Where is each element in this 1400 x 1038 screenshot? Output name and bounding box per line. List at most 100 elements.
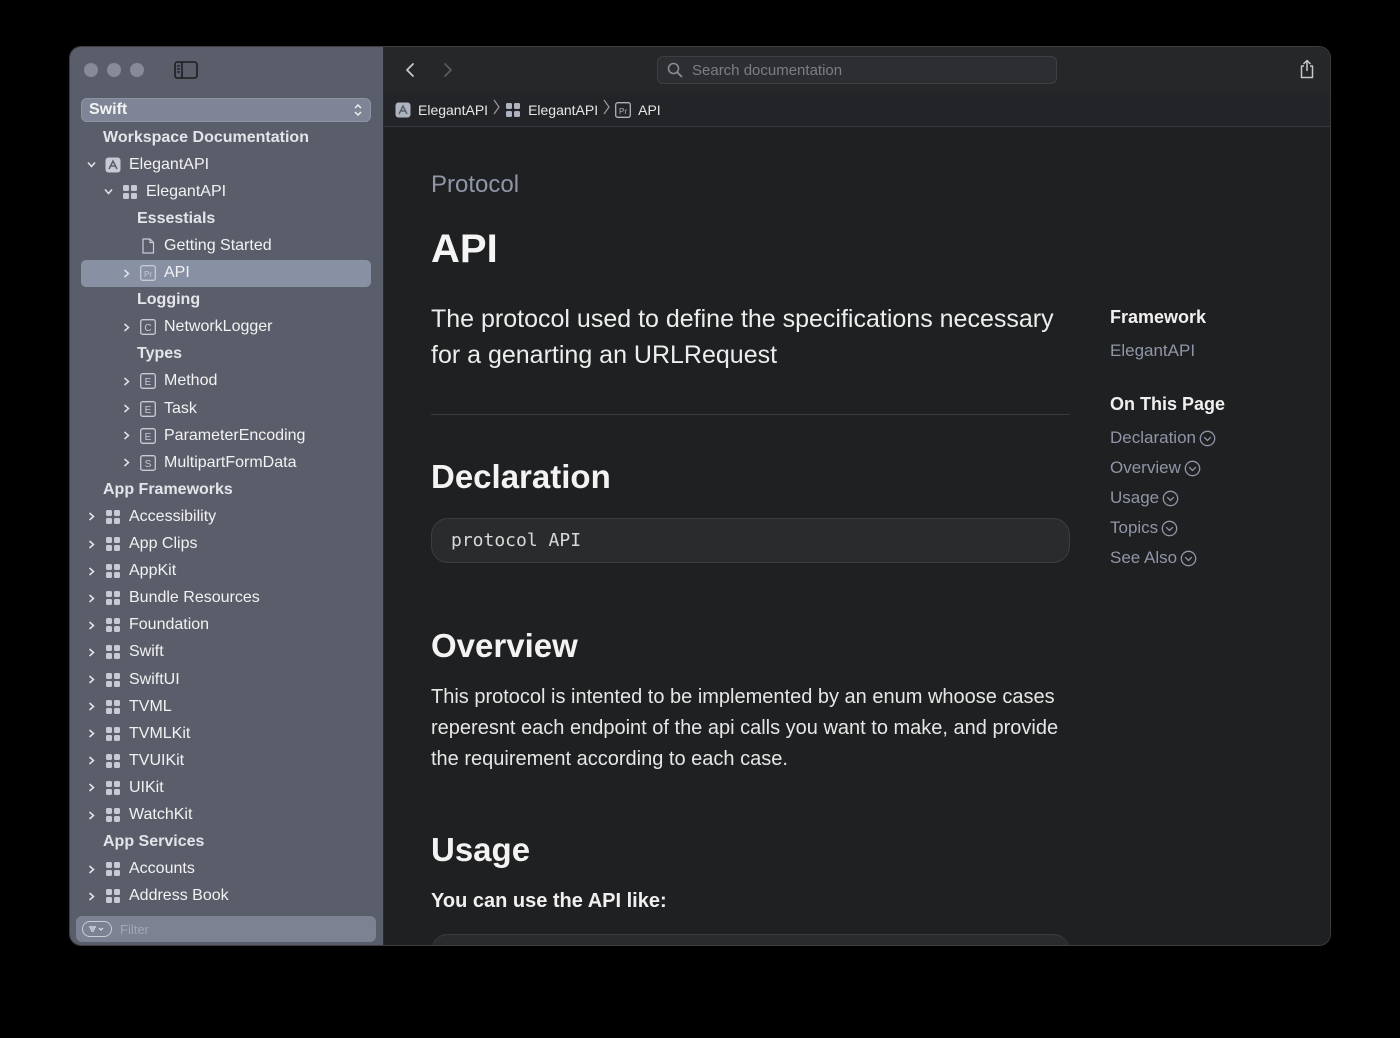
sidebar-item-label: ElegantAPI	[146, 182, 227, 200]
on-this-page-link[interactable]: See Also	[1110, 548, 1197, 568]
disclosure-collapsed-icon[interactable]	[86, 891, 97, 902]
disclosure-collapsed-icon[interactable]	[86, 755, 97, 766]
module-icon	[105, 563, 121, 579]
disclosure-expanded-icon[interactable]	[103, 186, 114, 197]
section-header: App Frameworks	[81, 476, 371, 503]
sidebar-item[interactable]: SwiftUI	[81, 666, 371, 693]
sidebar-item-label: App Clips	[129, 535, 198, 552]
disclosure-collapsed-icon[interactable]	[121, 376, 132, 387]
chevron-down-circle-icon	[1180, 550, 1197, 567]
on-this-page-link[interactable]: Declaration	[1110, 428, 1216, 448]
sidebar-item[interactable]: Accessibility	[81, 503, 371, 530]
sidebar-item[interactable]: E ParameterEncoding	[81, 422, 371, 449]
back-chevron-icon[interactable]	[402, 61, 420, 79]
breadcrumb-label: ElegantAPI	[418, 101, 489, 118]
toolbar: Search documentation	[384, 47, 1330, 93]
filter-field[interactable]: Filter	[76, 916, 376, 942]
breadcrumb-item[interactable]: ElegantAPI	[505, 102, 598, 118]
sidebar-item[interactable]: TVML	[81, 693, 371, 720]
sidebar-item-label: UIKit	[129, 778, 164, 796]
sidebar-item[interactable]: S MultipartFormData	[81, 449, 371, 476]
disclosure-collapsed-icon[interactable]	[121, 268, 132, 279]
on-this-page-link[interactable]: Topics	[1110, 518, 1178, 538]
disclosure-collapsed-icon[interactable]	[86, 539, 97, 550]
overview-text: This protocol is intented to be implemen…	[431, 686, 1059, 770]
disclosure-expanded-icon[interactable]	[86, 159, 97, 170]
disclosure-collapsed-icon[interactable]	[86, 728, 97, 739]
language-select[interactable]: Swift	[81, 98, 371, 122]
disclosure-collapsed-icon[interactable]	[121, 403, 132, 414]
module-icon	[105, 672, 121, 688]
forward-chevron-icon[interactable]	[438, 61, 456, 79]
disclosure-collapsed-icon[interactable]	[86, 701, 97, 712]
sidebar-toggle-icon[interactable]	[174, 61, 198, 79]
disclosure-collapsed-icon[interactable]	[86, 566, 97, 577]
sidebar-item[interactable]: E Task	[81, 395, 371, 422]
close-window-button[interactable]	[84, 63, 98, 77]
sidebar-item[interactable]: Foundation	[81, 612, 371, 639]
breadcrumb-item[interactable]: ElegantAPI	[395, 102, 488, 118]
disclosure-collapsed-icon[interactable]	[86, 620, 97, 631]
module-icon	[105, 753, 121, 769]
sidebar-item-label: ParameterEncoding	[164, 426, 306, 444]
section-header: App Services	[81, 829, 371, 856]
sidebar-item[interactable]: C NetworkLogger	[81, 314, 371, 341]
on-this-page-link[interactable]: Overview	[1110, 458, 1201, 478]
disclosure-collapsed-icon[interactable]	[86, 864, 97, 875]
sidebar-item[interactable]: Bundle Resources	[81, 585, 371, 612]
disclosure-collapsed-icon[interactable]	[86, 810, 97, 821]
sidebar-item[interactable]: TVMLKit	[81, 720, 371, 747]
sidebar-item[interactable]: Accounts	[81, 856, 371, 883]
disclosure-collapsed-icon[interactable]	[86, 647, 97, 658]
chevron-down-circle-icon	[1184, 460, 1201, 477]
disclosure-collapsed-icon[interactable]	[86, 674, 97, 685]
sidebar-item[interactable]: UIKit	[81, 774, 371, 801]
sidebar: Swift Workspace Documentation ElegantAPI E…	[70, 47, 384, 945]
sidebar-item-label: ElegantAPI	[129, 155, 210, 173]
section-header: Logging	[81, 287, 371, 314]
sidebar-item[interactable]: TVUIKit	[81, 747, 371, 774]
zoom-window-button[interactable]	[130, 63, 144, 77]
divider	[431, 414, 1070, 415]
svg-text:E: E	[145, 377, 152, 388]
module-icon	[105, 644, 121, 660]
disclosure-collapsed-icon[interactable]	[121, 322, 132, 333]
sidebar-item[interactable]: E Method	[81, 368, 371, 395]
sidebar-item[interactable]: ElegantAPI	[81, 151, 371, 178]
disclosure-collapsed-icon[interactable]	[121, 457, 132, 468]
on-this-page-link[interactable]: Usage	[1110, 488, 1179, 508]
class-icon: C	[140, 319, 156, 336]
search-icon	[667, 62, 683, 78]
sidebar-item[interactable]: ElegantAPI	[81, 178, 371, 205]
sidebar-item[interactable]: Address Book	[81, 883, 371, 910]
sidebar-item-label: Address Book	[129, 887, 229, 905]
enum-icon: E	[140, 373, 156, 390]
on-this-page-link-label: Overview	[1110, 458, 1181, 477]
struct-icon: S	[140, 454, 156, 471]
breadcrumb-item[interactable]: Pr API	[615, 102, 661, 118]
sidebar-item-label: Task	[164, 399, 197, 417]
share-icon[interactable]	[1298, 59, 1316, 79]
breadcrumb-label: ElegantAPI	[528, 101, 599, 118]
sidebar-item[interactable]: Pr API	[81, 259, 371, 287]
disclosure-collapsed-icon[interactable]	[86, 511, 97, 522]
sidebar-item[interactable]: Swift	[81, 639, 371, 666]
main-pane: Search documentation ElegantAPI ElegantAP…	[384, 47, 1330, 945]
symbol-kind: Protocol	[431, 171, 520, 198]
sidebar-item[interactable]: AppKit	[81, 558, 371, 585]
minimize-window-button[interactable]	[107, 63, 121, 77]
disclosure-collapsed-icon[interactable]	[121, 430, 132, 441]
sidebar-item-label: WatchKit	[129, 806, 193, 823]
sidebar-item[interactable]: Getting Started	[81, 232, 371, 259]
disclosure-collapsed-icon[interactable]	[86, 593, 97, 604]
disclosure-collapsed-icon[interactable]	[86, 782, 97, 793]
search-input[interactable]: Search documentation	[657, 56, 1057, 84]
sidebar-item[interactable]: App Clips	[81, 531, 371, 558]
sidebar-item[interactable]: WatchKit	[81, 802, 371, 829]
module-icon	[105, 861, 121, 877]
framework-link[interactable]: ElegantAPI	[1110, 341, 1195, 361]
svg-text:Pr: Pr	[144, 270, 152, 279]
on-this-page-link-label: Declaration	[1110, 428, 1196, 447]
sidebar-item-label: Getting Started	[164, 236, 272, 254]
